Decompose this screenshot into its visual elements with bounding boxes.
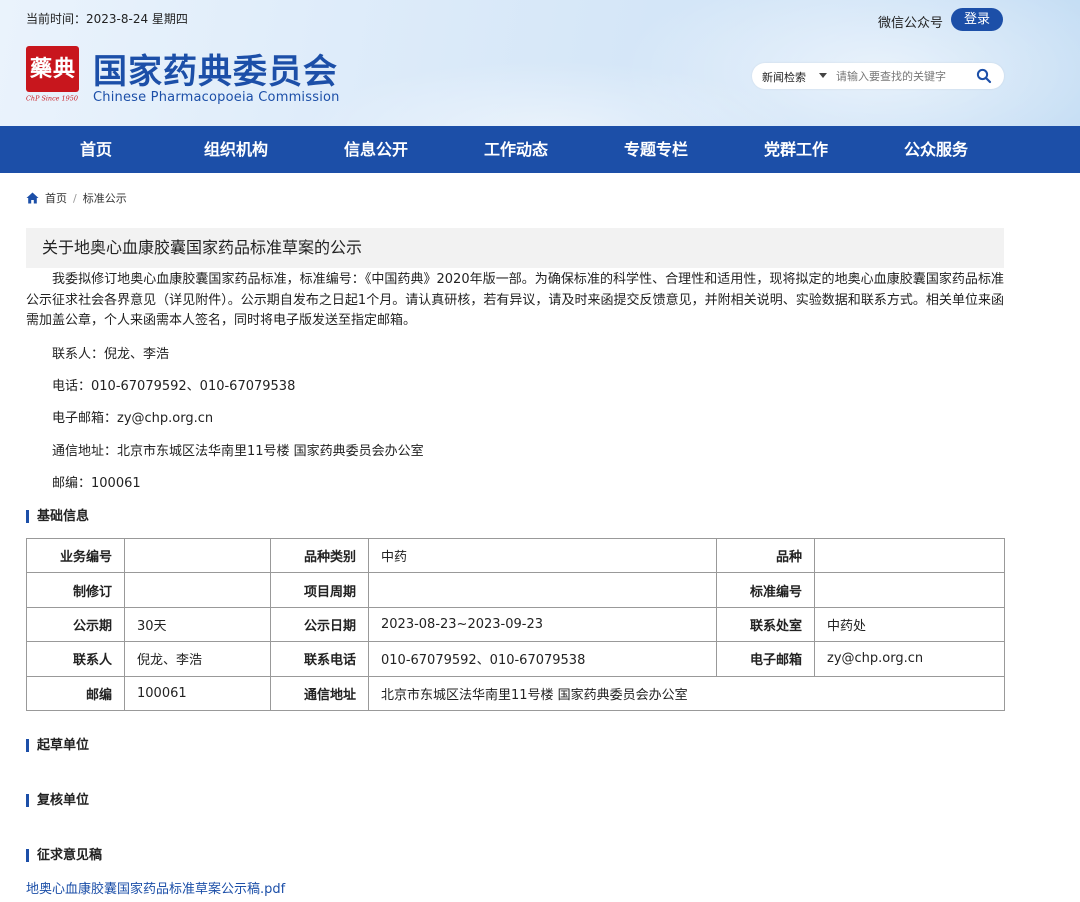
nav-item-party[interactable]: 党群工作 <box>726 126 866 173</box>
table-value <box>814 537 1005 574</box>
table-value: 倪龙、李浩 <box>124 641 271 677</box>
table-key: 标准编号 <box>716 572 815 608</box>
section-basic-info: 基础信息 <box>26 510 89 523</box>
table-key: 业务编号 <box>26 537 125 574</box>
contact-postcode: 邮编：100061 <box>52 476 141 491</box>
chevron-down-icon[interactable] <box>819 73 827 78</box>
breadcrumb: 首页 / 标准公示 <box>26 190 127 206</box>
nav-item-topics[interactable]: 专题专栏 <box>586 126 726 173</box>
section-comment-draft: 征求意见稿 <box>26 849 102 862</box>
table-value: 2023-08-23~2023-09-23 <box>368 606 717 643</box>
home-icon <box>26 192 39 204</box>
article-intro: 我委拟修订地奥心血康胶囊国家药品标准，标准编号：《中国药典》2020年版一部。为… <box>26 272 1004 328</box>
nav-item-organization[interactable]: 组织机构 <box>166 126 306 173</box>
section-drafting-unit: 起草单位 <box>26 739 89 752</box>
nav-item-home[interactable]: 首页 <box>26 126 166 173</box>
main-nav: 首页 组织机构 信息公开 工作动态 专题专栏 党群工作 公众服务 <box>0 126 1080 173</box>
table-key: 品种 <box>716 537 815 574</box>
login-button[interactable]: 登录 <box>951 8 1003 31</box>
logo-seal[interactable]: 藥 典 ChP Since 1950 <box>26 46 79 106</box>
seal-icon: 藥 典 <box>26 46 79 92</box>
breadcrumb-current[interactable]: 标准公示 <box>83 190 127 206</box>
table-row: 制修订 项目周期 标准编号 <box>26 572 1005 608</box>
attachment-link[interactable]: 地奥心血康胶囊国家药品标准草案公示稿.pdf <box>26 878 285 897</box>
table-value <box>124 572 271 608</box>
table-value: 中药 <box>368 537 717 574</box>
seal-caption: ChP Since 1950 <box>26 95 78 103</box>
site-title[interactable]: 国家药典委员会 <box>93 44 338 93</box>
table-key: 联系人 <box>26 641 125 677</box>
table-row: 公示期 30天 公示日期 2023-08-23~2023-09-23 联系处室 … <box>26 606 1005 643</box>
table-key: 制修订 <box>26 572 125 608</box>
table-key: 公示日期 <box>270 606 369 643</box>
current-date: 当前时间：2023-8-24 星期四 <box>26 12 188 26</box>
nav-item-disclosure[interactable]: 信息公开 <box>306 126 446 173</box>
table-value <box>124 537 271 574</box>
seal-char: 藥 <box>29 56 52 82</box>
table-key: 电子邮箱 <box>716 641 815 677</box>
seal-char: 典 <box>53 56 76 82</box>
search-icon[interactable] <box>976 68 992 84</box>
table-row: 业务编号 品种类别 中药 品种 <box>26 537 1005 574</box>
breadcrumb-home[interactable]: 首页 <box>45 190 67 206</box>
nav-item-public-service[interactable]: 公众服务 <box>866 126 1006 173</box>
breadcrumb-separator: / <box>73 191 77 205</box>
table-value: 中药处 <box>814 606 1005 643</box>
table-value: 100061 <box>124 675 271 711</box>
contact-phone: 电话：010-67079592、010-67079538 <box>52 379 296 394</box>
search-box: 新闻检索 <box>752 63 1004 89</box>
contact-email: 电子邮箱：zy@chp.org.cn <box>52 411 214 426</box>
contact-person: 联系人：倪龙、李浩 <box>52 347 170 362</box>
table-key: 通信地址 <box>270 675 369 711</box>
table-key: 品种类别 <box>270 537 369 574</box>
article-title: 关于地奥心血康胶囊国家药品标准草案的公示 <box>26 228 1004 268</box>
wechat-link[interactable]: 微信公众号 <box>878 12 943 31</box>
table-row: 联系人 倪龙、李浩 联系电话 010-67079592、010-67079538… <box>26 641 1005 677</box>
search-input[interactable] <box>836 66 966 86</box>
table-value <box>814 572 1005 608</box>
section-review-unit: 复核单位 <box>26 794 89 807</box>
table-key: 邮编 <box>26 675 125 711</box>
table-key: 联系处室 <box>716 606 815 643</box>
site-title-en: Chinese Pharmacopoeia Commission <box>93 90 340 105</box>
basic-info-table: 业务编号 品种类别 中药 品种 制修订 项目周期 标准编号 公示期 30天 公示… <box>26 537 1005 711</box>
search-category-select[interactable]: 新闻检索 <box>762 69 806 85</box>
table-row: 邮编 100061 通信地址 北京市东城区法华南里11号楼 国家药典委员会办公室 <box>26 675 1005 711</box>
site-header: 当前时间：2023-8-24 星期四 微信公众号 登录 藥 典 ChP Sinc… <box>0 0 1080 126</box>
table-key: 项目周期 <box>270 572 369 608</box>
table-value: zy@chp.org.cn <box>814 641 1005 677</box>
table-value: 010-67079592、010-67079538 <box>368 641 717 677</box>
table-value: 北京市东城区法华南里11号楼 国家药典委员会办公室 <box>368 675 1005 711</box>
table-key: 公示期 <box>26 606 125 643</box>
table-value <box>368 572 717 608</box>
contact-address: 通信地址：北京市东城区法华南里11号楼 国家药典委员会办公室 <box>52 444 424 459</box>
table-value: 30天 <box>124 606 271 643</box>
table-key: 联系电话 <box>270 641 369 677</box>
nav-item-news[interactable]: 工作动态 <box>446 126 586 173</box>
